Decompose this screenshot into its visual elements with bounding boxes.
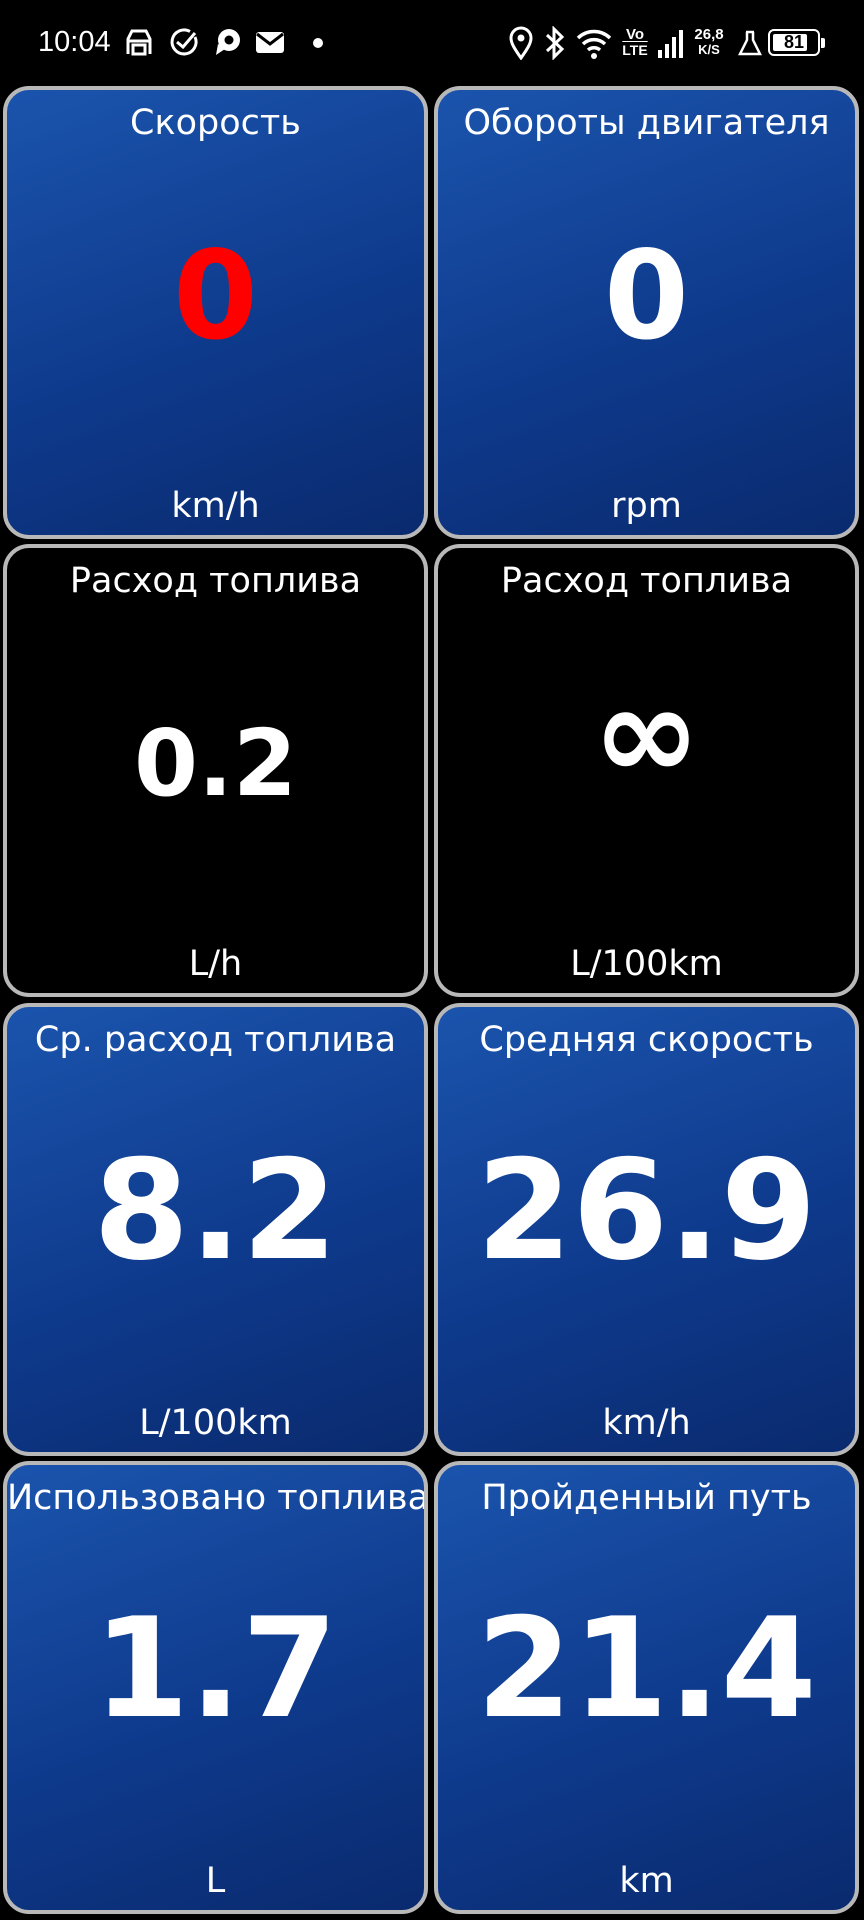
tile-distance-traveled[interactable]: Пройденный путь 21.4 km <box>434 1461 859 1914</box>
volte-bottom-label: LTE <box>622 42 648 58</box>
tile-value: 26.9 <box>476 1130 817 1291</box>
tile-value: 0.2 <box>134 710 297 817</box>
tile-value: 8.2 <box>93 1130 338 1291</box>
tile-speed[interactable]: Скорость 0 km/h <box>3 86 428 539</box>
tile-title: Расход топлива <box>69 561 362 601</box>
tile-unit: L <box>205 1861 226 1901</box>
bluetooth-icon <box>544 26 566 60</box>
tile-unit: L/h <box>188 944 243 984</box>
tile-title: Средняя скорость <box>479 1020 814 1060</box>
chat-bubble-icon <box>212 26 244 60</box>
tile-title: Скорость <box>130 103 301 143</box>
tile-value: 21.4 <box>476 1588 817 1749</box>
tile-value: 0 <box>604 225 689 367</box>
volte-top-label: Vo <box>625 26 645 43</box>
status-time: 10:04 <box>38 26 111 58</box>
tile-value: 1.7 <box>93 1588 338 1749</box>
battery-level: 81 <box>783 32 805 52</box>
battery-icon: 81 <box>768 29 825 56</box>
wifi-icon <box>576 26 612 60</box>
tile-avg-fuel-consumption[interactable]: Ср. расход топлива 8.2 L/100km <box>3 1003 428 1456</box>
tile-unit: km/h <box>171 486 260 526</box>
tile-title: Ср. расход топлива <box>34 1020 397 1060</box>
tile-value: 0 <box>173 225 258 367</box>
signal-icon <box>656 26 686 60</box>
tile-title: Пройденный путь <box>481 1478 812 1518</box>
data-speed-value: 26,8 <box>694 26 724 43</box>
car-icon <box>124 26 154 60</box>
flask-icon <box>738 26 762 60</box>
volte-icon: Vo LTE <box>620 27 650 58</box>
gauge-grid: Скорость 0 km/h Обороты двигателя 0 rpm … <box>0 86 864 1920</box>
tile-title: Расход топлива <box>500 561 793 601</box>
tile-unit: L/100km <box>139 1403 292 1443</box>
status-bar: 10:04 Vo LTE 26,8 K/S 81 <box>0 0 864 86</box>
tile-unit: rpm <box>611 486 682 526</box>
dot-icon <box>312 26 324 60</box>
tile-value: ∞ <box>592 657 701 809</box>
tile-fuel-used[interactable]: Использовано топлива 1.7 L <box>3 1461 428 1914</box>
check-circle-icon <box>168 26 200 60</box>
tile-avg-speed[interactable]: Средняя скорость 26.9 km/h <box>434 1003 859 1456</box>
tile-title: Обороты двигателя <box>463 103 830 143</box>
battery-cap <box>821 38 825 48</box>
data-speed-icon: 26,8 K/S <box>690 27 728 58</box>
tile-unit: L/100km <box>570 944 723 984</box>
tile-fuel-rate-hourly[interactable]: Расход топлива 0.2 L/h <box>3 544 428 997</box>
location-icon <box>508 26 534 60</box>
tile-title: Использовано топлива <box>7 1478 428 1518</box>
tile-engine-rpm[interactable]: Обороты двигателя 0 rpm <box>434 86 859 539</box>
data-speed-unit: K/S <box>698 42 720 57</box>
mail-icon <box>254 26 286 60</box>
tile-unit: km/h <box>602 1403 691 1443</box>
tile-unit: km <box>619 1861 674 1901</box>
tile-fuel-rate-distance[interactable]: Расход топлива ∞ L/100km <box>434 544 859 997</box>
